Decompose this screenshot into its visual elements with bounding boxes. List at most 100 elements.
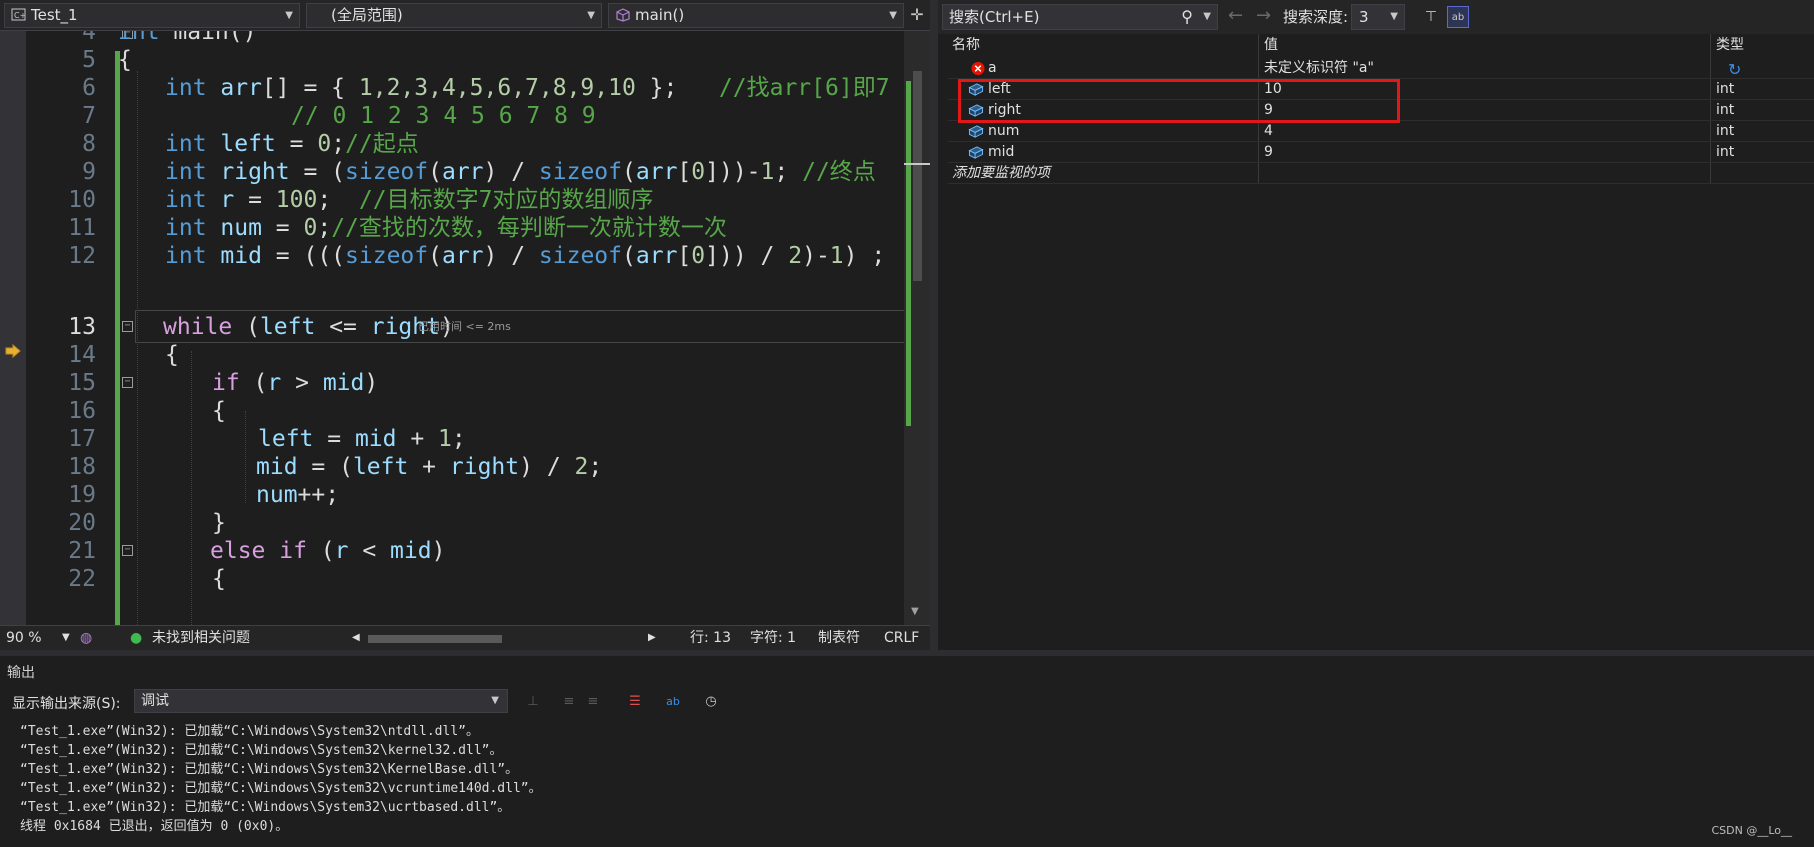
code-token: ])) / — [705, 243, 789, 269]
code-token: = ( — [289, 159, 346, 185]
find-message-icon[interactable]: ⊥ — [522, 692, 544, 712]
next-message-icon[interactable]: ≡ — [582, 692, 604, 712]
line-ending-indicator[interactable]: CRLF — [884, 626, 919, 650]
navigation-bar: C+ Test_1 ▼ (全局范围) ▼ main() ▼ ✛ — [0, 0, 930, 31]
code-token: int — [165, 75, 207, 101]
chevron-down-icon: ▼ — [1390, 11, 1398, 22]
watch-type — [1716, 58, 1814, 79]
issues-status[interactable]: 未找到相关问题 — [152, 626, 250, 650]
watch-value[interactable]: 9 — [1264, 142, 1704, 163]
zoom-dropdown-icon[interactable]: ▼ — [62, 626, 70, 650]
scrollbar-thumb[interactable] — [368, 635, 502, 643]
code-token: ( — [428, 243, 442, 269]
code-token: ( — [239, 370, 268, 396]
code-comment: //起点 — [345, 131, 419, 157]
editor-status-bar: 90 % ▼ ◍ ● 未找到相关问题 ◀ ▶ 行: 13 字符: 1 制表符 C… — [0, 625, 930, 650]
watch-row[interactable]: a 未定义标识符 "a" ↻ — [948, 58, 1814, 79]
search-forward-icon[interactable]: → — [1256, 5, 1271, 26]
pin-icon[interactable]: ⊤ — [1420, 6, 1442, 28]
code-token: 1 — [829, 243, 844, 269]
code-token: ; — [317, 215, 332, 241]
column-header-value[interactable]: 值 — [1264, 34, 1278, 56]
clear-all-icon[interactable]: ☰ — [624, 692, 646, 712]
output-source-dropdown[interactable]: 调试 ▼ — [134, 689, 508, 713]
pane-splitter[interactable] — [930, 0, 938, 650]
code-token: ; — [331, 131, 346, 157]
output-text[interactable]: “Test_1.exe”(Win32): 已加载“C:\Windows\Syst… — [20, 722, 542, 836]
error-icon — [971, 61, 985, 76]
editor-horizontal-scrollbar[interactable] — [368, 635, 643, 643]
watch-search-input[interactable]: 搜索(Ctrl+E) ⚲ ▼ — [942, 4, 1218, 30]
watch-name: mid — [988, 144, 1015, 160]
code-token: 0 — [691, 159, 706, 185]
code-token: int — [165, 187, 207, 213]
code-token: arr — [206, 75, 262, 101]
function-dropdown[interactable]: main() ▼ — [608, 3, 904, 28]
copilot-icon[interactable]: ◍ — [80, 626, 92, 650]
code-text-area[interactable]: 4 − int main() 5 { 6 int arr[] = { 1,2,3… — [26, 31, 904, 625]
search-back-icon[interactable]: ← — [1228, 5, 1243, 26]
fold-collapse-icon[interactable]: − — [122, 377, 133, 388]
code-token: )- — [802, 243, 830, 269]
code-editor[interactable]: C+ Test_1 ▼ (全局范围) ▼ main() ▼ ✛ 4 − int m… — [0, 0, 930, 650]
line-indicator[interactable]: 行: 13 — [690, 626, 731, 650]
clock-icon[interactable]: ◷ — [700, 692, 722, 712]
split-window-button[interactable]: ✛ — [908, 6, 926, 24]
column-header-name[interactable]: 名称 — [952, 34, 980, 56]
fold-collapse-icon[interactable]: − — [122, 321, 133, 332]
scope-dropdown[interactable]: (全局范围) ▼ — [306, 3, 602, 28]
hex-display-icon[interactable]: ab — [1447, 6, 1469, 28]
tabs-indicator[interactable]: 制表符 — [818, 626, 860, 650]
code-token: }; — [635, 75, 719, 101]
watch-name: a — [988, 60, 997, 76]
code-token: int — [165, 159, 207, 185]
watch-row[interactable]: num 4 int — [948, 121, 1814, 142]
search-icon[interactable]: ⚲ — [1181, 5, 1193, 29]
code-token: ( — [622, 243, 636, 269]
variable-icon — [968, 125, 984, 138]
scrollbar-thumb[interactable] — [913, 71, 922, 281]
scroll-down-icon[interactable]: ▼ — [911, 606, 919, 617]
code-token: = — [313, 426, 355, 452]
code-token: left — [352, 454, 409, 480]
code-token: = — [234, 187, 276, 213]
line-number: 22 — [68, 566, 96, 592]
code-token: ; — [451, 426, 466, 452]
output-toolbar: 显示输出来源(S): 调试 ▼ ⊥ ≡ ≡ ☰ ab ◷ — [0, 686, 1814, 718]
code-token: r — [267, 370, 282, 396]
search-placeholder: 搜索(Ctrl+E) — [949, 8, 1040, 26]
fold-collapse-icon[interactable]: − — [122, 545, 133, 556]
code-token: mid — [390, 538, 432, 564]
code-token: arr — [441, 159, 484, 185]
chevron-down-icon[interactable]: ▼ — [1203, 5, 1211, 29]
code-token: = — [261, 215, 304, 241]
code-token: ; — [317, 187, 359, 213]
add-watch-placeholder[interactable]: 添加要监视的项 — [952, 163, 1252, 184]
code-token: { — [212, 566, 226, 592]
column-header-type[interactable]: 类型 — [1716, 34, 1744, 56]
scroll-left-icon[interactable]: ◀ — [352, 626, 360, 650]
output-source-label: 显示输出来源(S): — [12, 696, 121, 712]
breakpoint-margin[interactable] — [0, 31, 26, 625]
code-token: ( — [232, 314, 260, 340]
code-line: 22 { — [26, 563, 904, 595]
search-depth-dropdown[interactable]: 3 ▼ — [1351, 4, 1405, 30]
word-wrap-icon[interactable]: ab — [662, 692, 684, 712]
code-token: while — [163, 314, 233, 340]
code-token: else if — [210, 538, 307, 564]
annotation-highlight-box — [958, 79, 1400, 123]
code-token: r — [334, 538, 349, 564]
code-token: if — [212, 370, 240, 396]
editor-vertical-scrollbar[interactable]: ▼ — [904, 31, 930, 625]
output-line: “Test_1.exe”(Win32): 已加载“C:\Windows\Syst… — [20, 743, 503, 758]
column-indicator[interactable]: 字符: 1 — [750, 626, 796, 650]
code-token: ) — [431, 538, 446, 564]
scroll-right-icon[interactable]: ▶ — [648, 626, 656, 650]
add-watch-row[interactable]: 添加要监视的项 — [948, 163, 1814, 184]
watch-value[interactable]: 4 — [1264, 121, 1704, 142]
zoom-level[interactable]: 90 % — [6, 626, 42, 650]
code-token: 2 — [788, 243, 803, 269]
project-dropdown[interactable]: C+ Test_1 ▼ — [4, 3, 300, 28]
watch-row[interactable]: mid 9 int — [948, 142, 1814, 163]
previous-message-icon[interactable]: ≡ — [558, 692, 580, 712]
